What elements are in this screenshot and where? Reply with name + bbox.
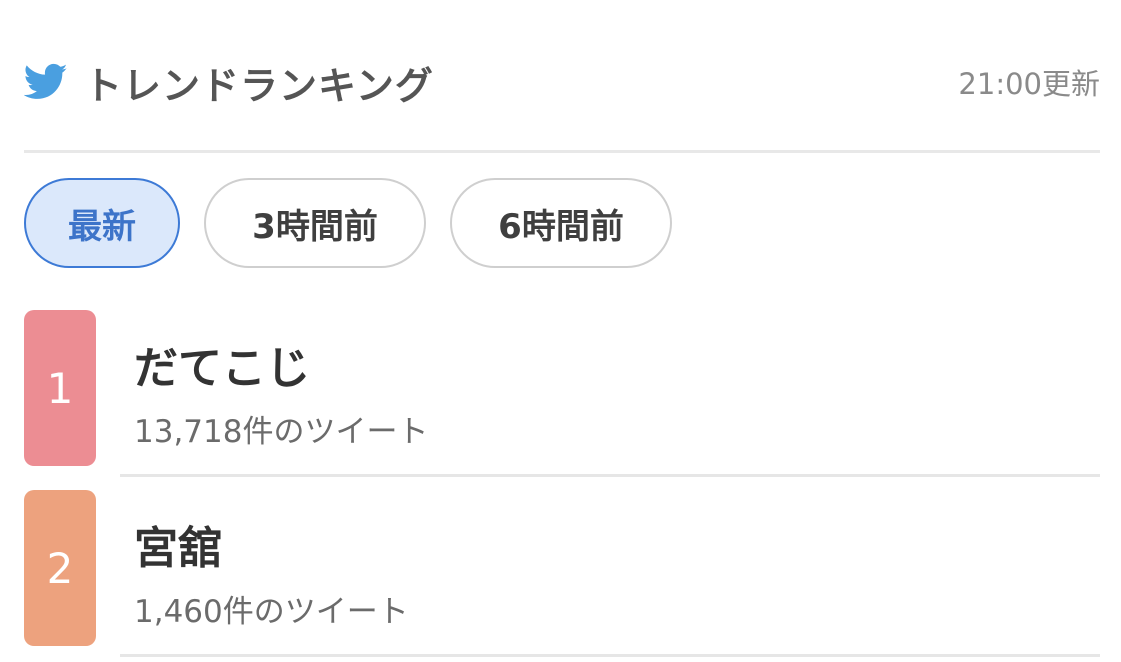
trend-name[interactable]: だてこじ xyxy=(134,332,310,396)
trend-row[interactable]: 2 宮舘 1,460件のツイート xyxy=(24,490,1100,657)
tab-6-hours-ago[interactable]: 6時間前 xyxy=(450,178,672,268)
trend-row[interactable]: 1 だてこじ 13,718件のツイート xyxy=(24,310,1100,477)
tab-3-hours-ago[interactable]: 3時間前 xyxy=(204,178,426,268)
tweet-count: 1,460件のツイート xyxy=(134,594,409,630)
tweet-count: 13,718件のツイート xyxy=(134,414,429,450)
time-tabs: 最新 3時間前 6時間前 xyxy=(24,178,696,268)
updated-time: 21:00更新 xyxy=(958,67,1100,101)
twitter-bird-icon xyxy=(24,63,68,99)
rank-badge: 1 xyxy=(24,310,96,466)
row-divider xyxy=(120,474,1100,477)
row-divider xyxy=(120,654,1100,657)
tab-latest[interactable]: 最新 xyxy=(24,178,180,268)
header-divider xyxy=(24,150,1100,153)
header: トレンドランキング 21:00更新 xyxy=(24,52,1100,112)
rank-badge: 2 xyxy=(24,490,96,646)
trend-name[interactable]: 宮舘 xyxy=(134,512,222,576)
page-title: トレンドランキング xyxy=(84,63,434,108)
